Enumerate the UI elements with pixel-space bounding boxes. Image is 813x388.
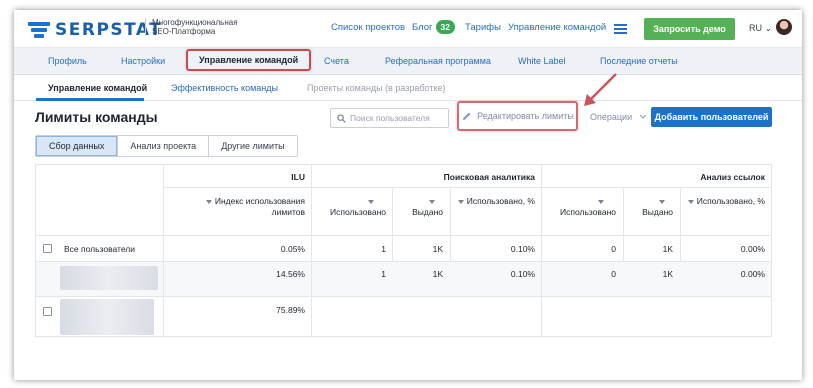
row-checkbox[interactable]: [43, 244, 52, 253]
col-search-used[interactable]: Использовано: [314, 196, 386, 218]
col-search-used-pct-label: Использовано, %: [466, 196, 535, 206]
sort-icon: [368, 200, 374, 204]
search-used-value: 1: [381, 269, 386, 279]
search-input[interactable]: [350, 113, 445, 123]
links-pct-value: 0.00%: [740, 269, 765, 279]
col-links-used-label: Использовано: [560, 207, 616, 217]
edit-limits-label: Редактировать лимиты: [477, 111, 574, 121]
col-links-issued[interactable]: Выдано: [623, 196, 673, 218]
request-demo-button[interactable]: Запросить демо: [644, 18, 735, 40]
logo-icon: [28, 21, 50, 39]
language-selector[interactable]: RU ⌄: [749, 23, 772, 34]
group-search-header: Поисковая аналитика: [443, 172, 535, 182]
active-tab-indicator: [36, 98, 144, 101]
search-icon: [337, 113, 346, 123]
col-ilu-index-label: Индекс использования лимитов: [214, 196, 305, 217]
col-links-issued-label: Выдано: [642, 207, 673, 217]
subtab-team-projects: Проекты команды (в разработке): [307, 83, 446, 93]
serpstat-logo[interactable]: SERPSTAT: [28, 20, 162, 40]
col-links-used-pct[interactable]: Использовано, %: [685, 196, 765, 207]
col-search-used-label: Использовано: [330, 207, 386, 217]
nav-tariffs-link[interactable]: Тарифы: [465, 22, 501, 33]
blurred-user-name: [60, 299, 154, 335]
col-search-used-pct[interactable]: Использовано, %: [455, 196, 535, 207]
nav-team-link[interactable]: Управление командой: [508, 22, 606, 33]
operations-label: Операции: [590, 112, 633, 122]
blog-count-badge: 32: [435, 20, 455, 34]
ilu-value: 14.56%: [276, 269, 305, 279]
segment-data-collection[interactable]: Сбор данных: [36, 136, 118, 156]
col-ilu-index[interactable]: Индекс использования лимитов: [185, 196, 305, 218]
sort-icon: [598, 200, 604, 204]
limit-type-switch: Сбор данных Анализ проекта Другие лимиты: [35, 135, 298, 157]
sort-icon: [206, 200, 213, 204]
sort-icon: [688, 200, 695, 204]
pencil-icon: [462, 112, 471, 120]
team-subtabs: Управление командой Эффективность команд…: [14, 75, 802, 101]
search-issued-value: 1K: [432, 244, 443, 254]
links-pct-value: 0.00%: [740, 244, 765, 254]
subtab-team-efficiency[interactable]: Эффективность команды: [171, 83, 278, 93]
tab-white-label[interactable]: White Label: [518, 56, 566, 66]
search-issued-value: 1K: [432, 269, 443, 279]
links-used-value: 0: [611, 269, 616, 279]
page-title: Лимиты команды: [35, 109, 158, 125]
search-pct-value: 0.10%: [510, 269, 535, 279]
sort-icon: [458, 200, 465, 204]
user-search: [330, 108, 449, 128]
user-avatar[interactable]: [776, 19, 792, 35]
tab-recent-reports[interactable]: Последние отчеты: [600, 56, 678, 66]
annotation-arrow-icon: [584, 73, 617, 106]
links-used-value: 0: [611, 244, 616, 254]
tab-invoices[interactable]: Счета: [324, 56, 349, 66]
subtab-team-management[interactable]: Управление командой: [48, 83, 147, 93]
nav-blog-link[interactable]: Блог 32: [412, 20, 455, 34]
nav-blog-label: Блог: [412, 22, 433, 33]
edit-limits-button[interactable]: Редактировать лимиты: [457, 101, 578, 131]
logo-subtitle: Многофункциональная SEO-Платформа: [145, 18, 255, 36]
segment-project-analysis[interactable]: Анализ проекта: [117, 136, 208, 156]
col-search-issued[interactable]: Выдано: [393, 196, 443, 218]
links-issued-value: 1K: [662, 244, 673, 254]
user-name: Все пользователи: [64, 244, 135, 254]
app-window: SERPSTAT Многофункциональная SEO-Платфор…: [14, 10, 802, 380]
row-checkbox[interactable]: [43, 307, 52, 316]
col-links-used-pct-label: Использовано, %: [696, 196, 765, 206]
tab-team-management[interactable]: Управление командой: [186, 49, 312, 71]
operations-dropdown[interactable]: Операции: [590, 112, 647, 122]
group-ilu-header: ILU: [291, 172, 305, 182]
tab-referral[interactable]: Реферальная программа: [385, 56, 491, 66]
col-links-used[interactable]: Использовано: [544, 196, 616, 218]
search-used-value: 1: [381, 244, 386, 254]
segment-other-limits[interactable]: Другие лимиты: [208, 136, 296, 156]
sort-icon: [659, 200, 665, 204]
account-tabs: Профиль Настройки Управление командой Сч…: [14, 48, 802, 75]
ilu-value: 75.89%: [276, 305, 305, 315]
ilu-value: 0.05%: [280, 244, 305, 254]
limits-table: ILU Поисковая аналитика Анализ ссылок Ин…: [35, 164, 772, 337]
col-search-issued-label: Выдано: [412, 207, 443, 217]
add-users-button[interactable]: Добавить пользователей: [651, 107, 772, 127]
nav-projects-link[interactable]: Список проектов: [331, 22, 405, 33]
chevron-down-icon: [639, 114, 647, 119]
top-header: SERPSTAT Многофункциональная SEO-Платфор…: [14, 10, 802, 48]
blurred-user-name: [60, 266, 158, 290]
menu-icon[interactable]: [614, 24, 627, 34]
sort-icon: [429, 200, 435, 204]
search-pct-value: 0.10%: [510, 244, 535, 254]
group-links-header: Анализ ссылок: [700, 172, 765, 182]
tab-profile[interactable]: Профиль: [48, 56, 87, 66]
tab-settings[interactable]: Настройки: [121, 56, 165, 66]
links-issued-value: 1K: [662, 269, 673, 279]
